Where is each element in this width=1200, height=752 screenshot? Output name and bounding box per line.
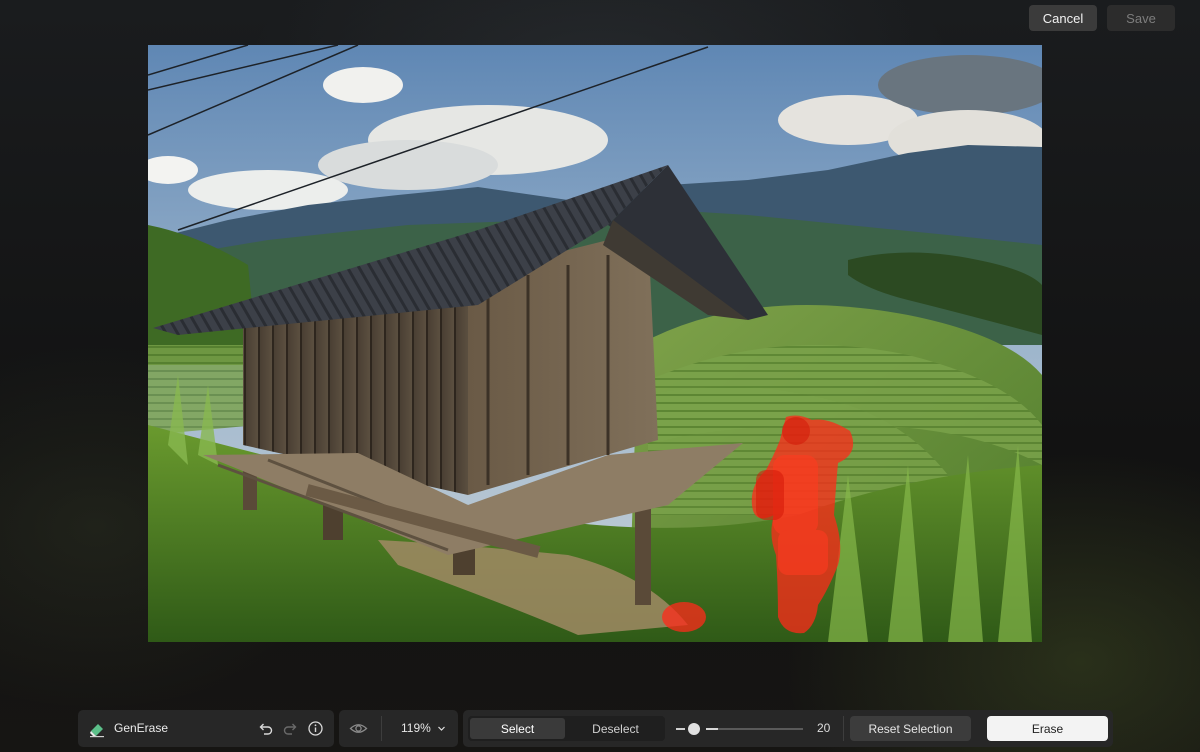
chevron-down-icon <box>438 726 446 732</box>
divider <box>381 716 382 741</box>
brush-size-value: 20 <box>817 721 831 735</box>
tool-name: GenErase <box>114 721 169 735</box>
cancel-button[interactable]: Cancel <box>1029 5 1097 31</box>
redo-icon[interactable] <box>282 720 299 737</box>
info-icon[interactable] <box>307 720 324 737</box>
erase-button[interactable]: Erase <box>987 716 1108 741</box>
photo-canvas[interactable] <box>148 45 1042 642</box>
tool-panel: GenErase <box>78 710 334 747</box>
zoom-level: 119% <box>401 721 431 735</box>
select-button[interactable]: Select <box>470 718 565 739</box>
view-panel: 119% <box>339 710 458 747</box>
minus-icon <box>676 728 685 730</box>
slider-thumb[interactable] <box>688 723 700 735</box>
deselect-button[interactable]: Deselect <box>568 718 663 739</box>
zoom-dropdown[interactable]: 119% <box>401 721 446 735</box>
save-button[interactable]: Save <box>1107 5 1175 31</box>
slider-fill <box>706 728 718 730</box>
divider <box>843 716 844 741</box>
select-mode-toggle: Select Deselect <box>468 716 665 741</box>
brush-size-slider[interactable] <box>706 728 803 730</box>
eraser-icon <box>90 724 104 738</box>
eye-icon[interactable] <box>349 720 368 737</box>
selection-mask <box>662 415 854 634</box>
selection-panel: Select Deselect 20 Reset Selection Erase <box>463 710 1113 747</box>
reset-selection-button[interactable]: Reset Selection <box>850 716 971 741</box>
undo-icon[interactable] <box>257 720 274 737</box>
